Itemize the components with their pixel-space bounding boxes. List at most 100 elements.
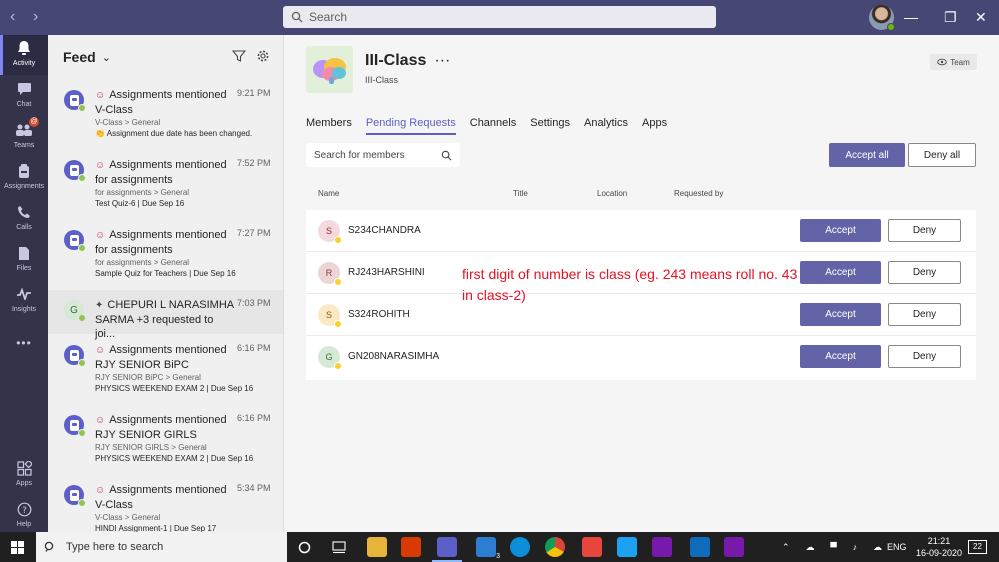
app-rail: Activity Chat @ Teams Assignments Calls … (0, 35, 48, 532)
chevron-down-icon[interactable]: ⌄ (102, 51, 111, 64)
assignments-avatar (64, 345, 86, 367)
feed-item-time: 7:52 PM (237, 158, 271, 168)
feed-item-detail: PHYSICS WEEKEND EXAM 2 | Due Sep 16 (95, 454, 254, 463)
accept-all-button[interactable]: Accept all (829, 143, 905, 167)
member-search-input[interactable]: Search for members (306, 143, 460, 167)
rail-item-calls[interactable]: Calls (0, 199, 48, 239)
rail-label-assignments: Assignments (3, 183, 45, 190)
svg-text:?: ? (22, 506, 27, 516)
feed-item-title: ☺ Assignments mentioned V-Class (95, 88, 235, 117)
edge-icon[interactable] (510, 537, 530, 557)
accept-button[interactable]: Accept (800, 219, 881, 242)
search-icon (441, 150, 452, 160)
volume-icon[interactable]: ♪ (853, 542, 858, 552)
back-button[interactable]: ‹ (10, 8, 15, 26)
feed-title: Feed (63, 49, 96, 65)
rail-item-apps[interactable]: Apps (0, 455, 48, 495)
deny-button[interactable]: Deny (888, 345, 961, 368)
feed-item[interactable]: ☺ Assignments mentioned V-Class 5:34 PM V… (48, 475, 283, 532)
notification-center-icon[interactable]: 22 (968, 540, 987, 554)
windows-start-icon[interactable] (11, 541, 24, 554)
onenote-icon[interactable] (652, 537, 672, 557)
assignments-icon (14, 162, 34, 180)
tab-analytics[interactable]: Analytics (584, 117, 628, 135)
minimize-button[interactable]: — (904, 8, 918, 26)
feed-item-selected[interactable]: G ✦ CHEPURI L NARASIMHA SARMA +3 requeste… (48, 290, 283, 340)
show-hidden-icons-icon[interactable]: ⌃ (782, 542, 790, 553)
gear-icon[interactable] (256, 49, 270, 63)
teams-taskbar-icon[interactable] (432, 537, 462, 562)
request-name: S324ROHITH (348, 309, 410, 320)
tab-channels[interactable]: Channels (470, 117, 516, 135)
feed-item[interactable]: ☺ Assignments mentioned RJY SENIOR BiPC 6… (48, 335, 283, 405)
deny-all-button[interactable]: Deny all (908, 143, 976, 167)
feed-item-time: 7:27 PM (237, 228, 271, 238)
search-icon (44, 541, 54, 552)
taskbar-search-input[interactable]: Type here to search (36, 532, 287, 562)
task-view-icon[interactable] (332, 541, 346, 554)
maximize-button[interactable]: ❐ (944, 8, 957, 26)
feed-header[interactable]: Feed ⌄ (48, 35, 283, 79)
accept-button[interactable]: Accept (800, 345, 881, 368)
column-header-name: Name (318, 189, 340, 198)
more-apps-button[interactable]: ••• (0, 330, 48, 370)
avatar-initial: G (325, 352, 333, 362)
feed-item-title-text: Assignments mentioned V-Class (95, 89, 227, 116)
anydesk-icon[interactable] (582, 537, 602, 557)
tab-apps[interactable]: Apps (642, 117, 667, 135)
rail-item-help[interactable]: ? Help (0, 496, 48, 536)
accept-button[interactable]: Accept (800, 261, 881, 284)
rail-item-assignments[interactable]: Assignments (0, 158, 48, 198)
bell-icon (14, 39, 34, 57)
rail-item-teams[interactable]: @ Teams (0, 117, 48, 157)
onedrive-icon[interactable]: ☁ (873, 542, 882, 553)
vscode-icon[interactable]: 3 (476, 537, 500, 560)
rail-label-calls: Calls (16, 224, 32, 231)
rail-item-activity[interactable]: Activity (0, 35, 48, 75)
team-more-button[interactable]: ··· (434, 52, 450, 69)
windows-taskbar: Type here to search 3 ⌃ ☁ ▀ ♪ ☁ ENG 21:2… (0, 532, 999, 562)
avatar-initial: R (325, 268, 333, 278)
network-icon[interactable]: ▀ (830, 542, 836, 552)
assignments-avatar (64, 485, 86, 507)
cortana-icon[interactable] (298, 541, 311, 554)
rail-item-chat[interactable]: Chat (0, 76, 48, 116)
insights-icon (14, 285, 34, 303)
file-explorer-icon[interactable] (367, 537, 387, 557)
feed-item-detail: HINDI Assignment-1 | Due Sep 17 (95, 524, 217, 532)
global-search-input[interactable]: Search (283, 6, 716, 28)
filter-icon[interactable] (232, 49, 246, 63)
chrome-icon[interactable] (545, 537, 565, 557)
rail-item-insights[interactable]: Insights (0, 281, 48, 321)
tab-pending-requests[interactable]: Pending Requests (365, 117, 456, 135)
deny-button[interactable]: Deny (888, 261, 961, 284)
cloud-icon[interactable]: ☁ (805, 542, 814, 553)
twitter-icon[interactable] (617, 537, 637, 557)
feed-item-channel: V-Class > General (95, 118, 161, 127)
language-indicator[interactable]: ENG (887, 532, 907, 562)
tab-members[interactable]: Members (306, 117, 352, 135)
feed-item[interactable]: ☺ Assignments mentioned for assignments 7… (48, 150, 283, 220)
team-name-text: III-Class (365, 52, 427, 69)
tab-settings[interactable]: Settings (530, 117, 570, 135)
close-button[interactable]: ✕ (975, 8, 987, 26)
feed-item-time: 5:34 PM (237, 483, 271, 493)
avatar-initial: G (70, 304, 78, 316)
profile-avatar[interactable] (869, 5, 895, 31)
assignments-avatar (64, 415, 86, 437)
rail-label-files: Files (16, 265, 32, 272)
feed-item[interactable]: ☺ Assignments mentioned V-Class 9:21 PM V… (48, 80, 283, 150)
rail-item-files[interactable]: Files (0, 240, 48, 280)
mention-icon: ☺ (95, 485, 106, 496)
feed-item[interactable]: ☺ Assignments mentioned RJY SENIOR GIRLS … (48, 405, 283, 475)
forward-button[interactable]: › (33, 8, 38, 26)
outlook-icon[interactable] (690, 537, 710, 557)
onenote-2-icon[interactable] (724, 537, 744, 557)
deny-button[interactable]: Deny (888, 303, 961, 326)
feed-item-detail: PHYSICS WEEKEND EXAM 2 | Due Sep 16 (95, 384, 254, 393)
clock[interactable]: 21:21 16-09-2020 (913, 535, 965, 559)
deny-button[interactable]: Deny (888, 219, 961, 242)
office-icon[interactable] (401, 537, 421, 557)
accept-button[interactable]: Accept (800, 303, 881, 326)
feed-item[interactable]: ☺ Assignments mentioned for assignments 7… (48, 220, 283, 290)
